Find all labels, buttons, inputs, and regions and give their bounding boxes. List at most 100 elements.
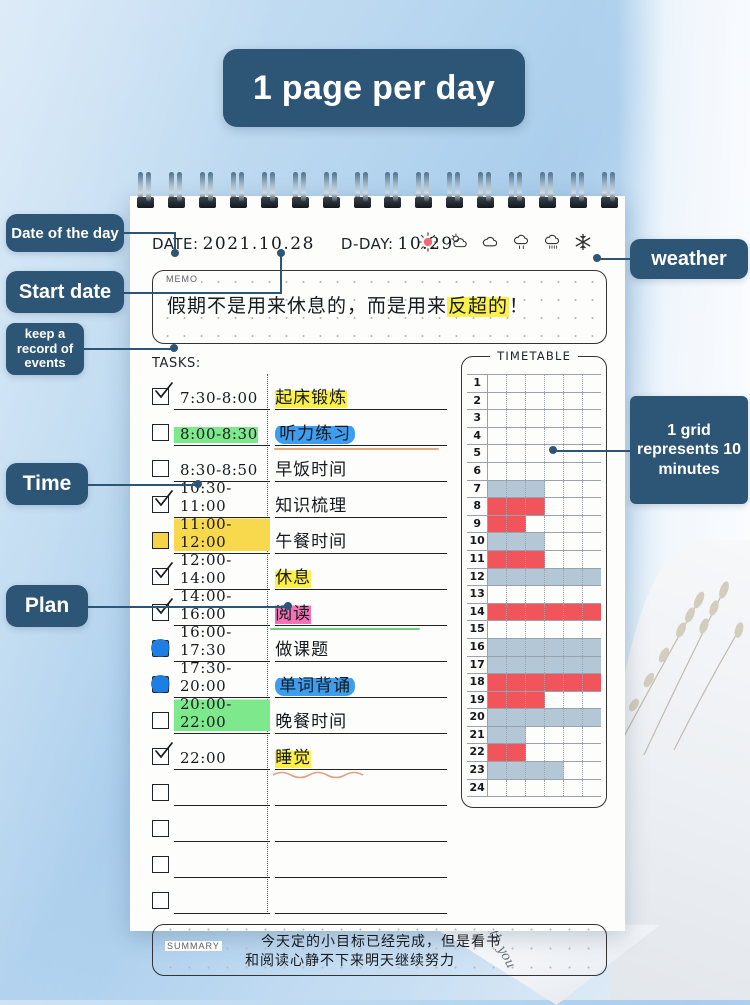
- timetable-cell[interactable]: [507, 656, 527, 674]
- timetable-cell[interactable]: [583, 656, 601, 674]
- task-plan[interactable]: 晚餐时间: [275, 707, 448, 734]
- task-row[interactable]: 16:00-17:30 做课题: [151, 623, 448, 662]
- timetable-cell[interactable]: [583, 498, 601, 515]
- timetable-cell[interactable]: [488, 568, 508, 586]
- task-row[interactable]: [152, 842, 448, 878]
- timetable-cell[interactable]: [564, 726, 584, 744]
- timetable-cell[interactable]: [507, 638, 527, 656]
- cloud-icon[interactable]: [480, 232, 500, 252]
- timetable-row[interactable]: 24: [467, 779, 601, 798]
- task-time[interactable]: [174, 858, 271, 878]
- timetable-cell[interactable]: [488, 410, 508, 427]
- timetable-row[interactable]: 3: [467, 410, 601, 428]
- task-checkbox[interactable]: [152, 784, 169, 801]
- timetable-cell[interactable]: [545, 410, 565, 427]
- timetable-row[interactable]: 15: [467, 621, 601, 639]
- timetable-cell[interactable]: [545, 568, 565, 586]
- timetable-cell[interactable]: [507, 462, 527, 480]
- timetable-cell[interactable]: [526, 779, 546, 797]
- task-plan[interactable]: 睡觉: [275, 743, 448, 770]
- timetable-cell[interactable]: [488, 480, 508, 498]
- task-time[interactable]: [174, 822, 271, 842]
- task-time[interactable]: 11:00-12:00: [174, 515, 271, 554]
- timetable-cell[interactable]: [564, 621, 584, 638]
- task-time[interactable]: 7:30-8:00: [174, 389, 271, 410]
- timetable-row[interactable]: 10: [467, 533, 601, 551]
- timetable-cell[interactable]: [583, 445, 601, 462]
- timetable-cell[interactable]: [564, 568, 584, 586]
- timetable-cell[interactable]: [526, 375, 546, 392]
- timetable-cell[interactable]: [583, 709, 601, 726]
- timetable-row[interactable]: 7: [467, 480, 601, 499]
- task-time[interactable]: 17:30-20:00: [174, 659, 271, 698]
- timetable-cell[interactable]: [488, 445, 508, 462]
- timetable-cell[interactable]: [564, 410, 584, 427]
- timetable-cell[interactable]: [507, 762, 527, 779]
- timetable-cell[interactable]: [564, 392, 584, 410]
- timetable-cell[interactable]: [507, 445, 527, 462]
- timetable-row[interactable]: 22: [467, 744, 601, 763]
- task-time[interactable]: 12:00-14:00: [174, 551, 271, 590]
- timetable-cell[interactable]: [488, 603, 508, 621]
- timetable-cell[interactable]: [526, 427, 546, 445]
- timetable-cell[interactable]: [507, 410, 527, 427]
- timetable-cell[interactable]: [545, 480, 565, 498]
- timetable-cell[interactable]: [583, 410, 601, 427]
- timetable-cell[interactable]: [583, 393, 601, 410]
- timetable-cell[interactable]: [526, 691, 546, 709]
- timetable-cell[interactable]: [488, 498, 508, 515]
- task-row[interactable]: 17:30-20:00 单词背诵: [151, 659, 448, 698]
- timetable-cell[interactable]: [545, 691, 565, 709]
- timetable-cell[interactable]: [583, 762, 601, 779]
- timetable-cell[interactable]: [488, 621, 508, 638]
- timetable-cell[interactable]: [583, 780, 601, 797]
- timetable-cell[interactable]: [564, 445, 584, 462]
- timetable-row[interactable]: 16: [467, 638, 601, 657]
- timetable-cell[interactable]: [564, 603, 584, 621]
- timetable-row[interactable]: 5: [467, 445, 601, 463]
- task-checkbox[interactable]: [152, 562, 173, 585]
- timetable-cell[interactable]: [583, 428, 601, 445]
- timetable-cell[interactable]: [583, 621, 601, 638]
- task-row[interactable]: 7:30-8:00 起床锻炼: [152, 374, 448, 410]
- timetable-row[interactable]: 14: [467, 603, 601, 622]
- timetable-cell[interactable]: [583, 375, 601, 392]
- timetable-cell[interactable]: [488, 726, 508, 744]
- task-plan[interactable]: 早饭时间: [275, 455, 448, 482]
- timetable-cell[interactable]: [564, 515, 584, 533]
- task-row[interactable]: 11:00-12:00 午餐时间: [152, 515, 448, 554]
- timetable-cell[interactable]: [488, 392, 508, 410]
- task-row[interactable]: [152, 770, 448, 806]
- timetable-cell[interactable]: [564, 586, 584, 603]
- timetable-cell[interactable]: [545, 603, 565, 621]
- timetable-cell[interactable]: [564, 480, 584, 498]
- timetable-cell[interactable]: [526, 410, 546, 427]
- date-value[interactable]: 2021.10.28: [203, 234, 315, 254]
- timetable-cell[interactable]: [507, 744, 527, 762]
- timetable-cell[interactable]: [507, 603, 527, 621]
- task-plan[interactable]: 做课题: [275, 635, 448, 662]
- timetable-cell[interactable]: [583, 481, 601, 498]
- task-checkbox[interactable]: [152, 460, 169, 477]
- task-plan[interactable]: 阅读: [275, 599, 448, 626]
- timetable-cell[interactable]: [564, 762, 584, 779]
- timetable-row[interactable]: 9: [467, 515, 601, 534]
- timetable-cell[interactable]: [545, 744, 565, 762]
- rain-icon[interactable]: [511, 232, 531, 252]
- timetable-row[interactable]: 20: [467, 709, 601, 727]
- timetable-cell[interactable]: [526, 603, 546, 621]
- task-plan[interactable]: 知识梳理: [275, 491, 448, 518]
- timetable-cell[interactable]: [488, 674, 508, 691]
- timetable-cell[interactable]: [526, 515, 546, 533]
- timetable-cell[interactable]: [526, 498, 546, 515]
- timetable-cell[interactable]: [507, 427, 527, 445]
- timetable-cell[interactable]: [583, 516, 601, 533]
- timetable-cell[interactable]: [583, 533, 601, 550]
- timetable-cell[interactable]: [564, 674, 584, 691]
- timetable-row[interactable]: 2: [467, 392, 601, 411]
- task-plan[interactable]: [275, 912, 448, 914]
- timetable-row[interactable]: 8: [467, 498, 601, 516]
- timetable-cell[interactable]: [526, 445, 546, 462]
- timetable-cell[interactable]: [545, 462, 565, 480]
- timetable-cell[interactable]: [564, 427, 584, 445]
